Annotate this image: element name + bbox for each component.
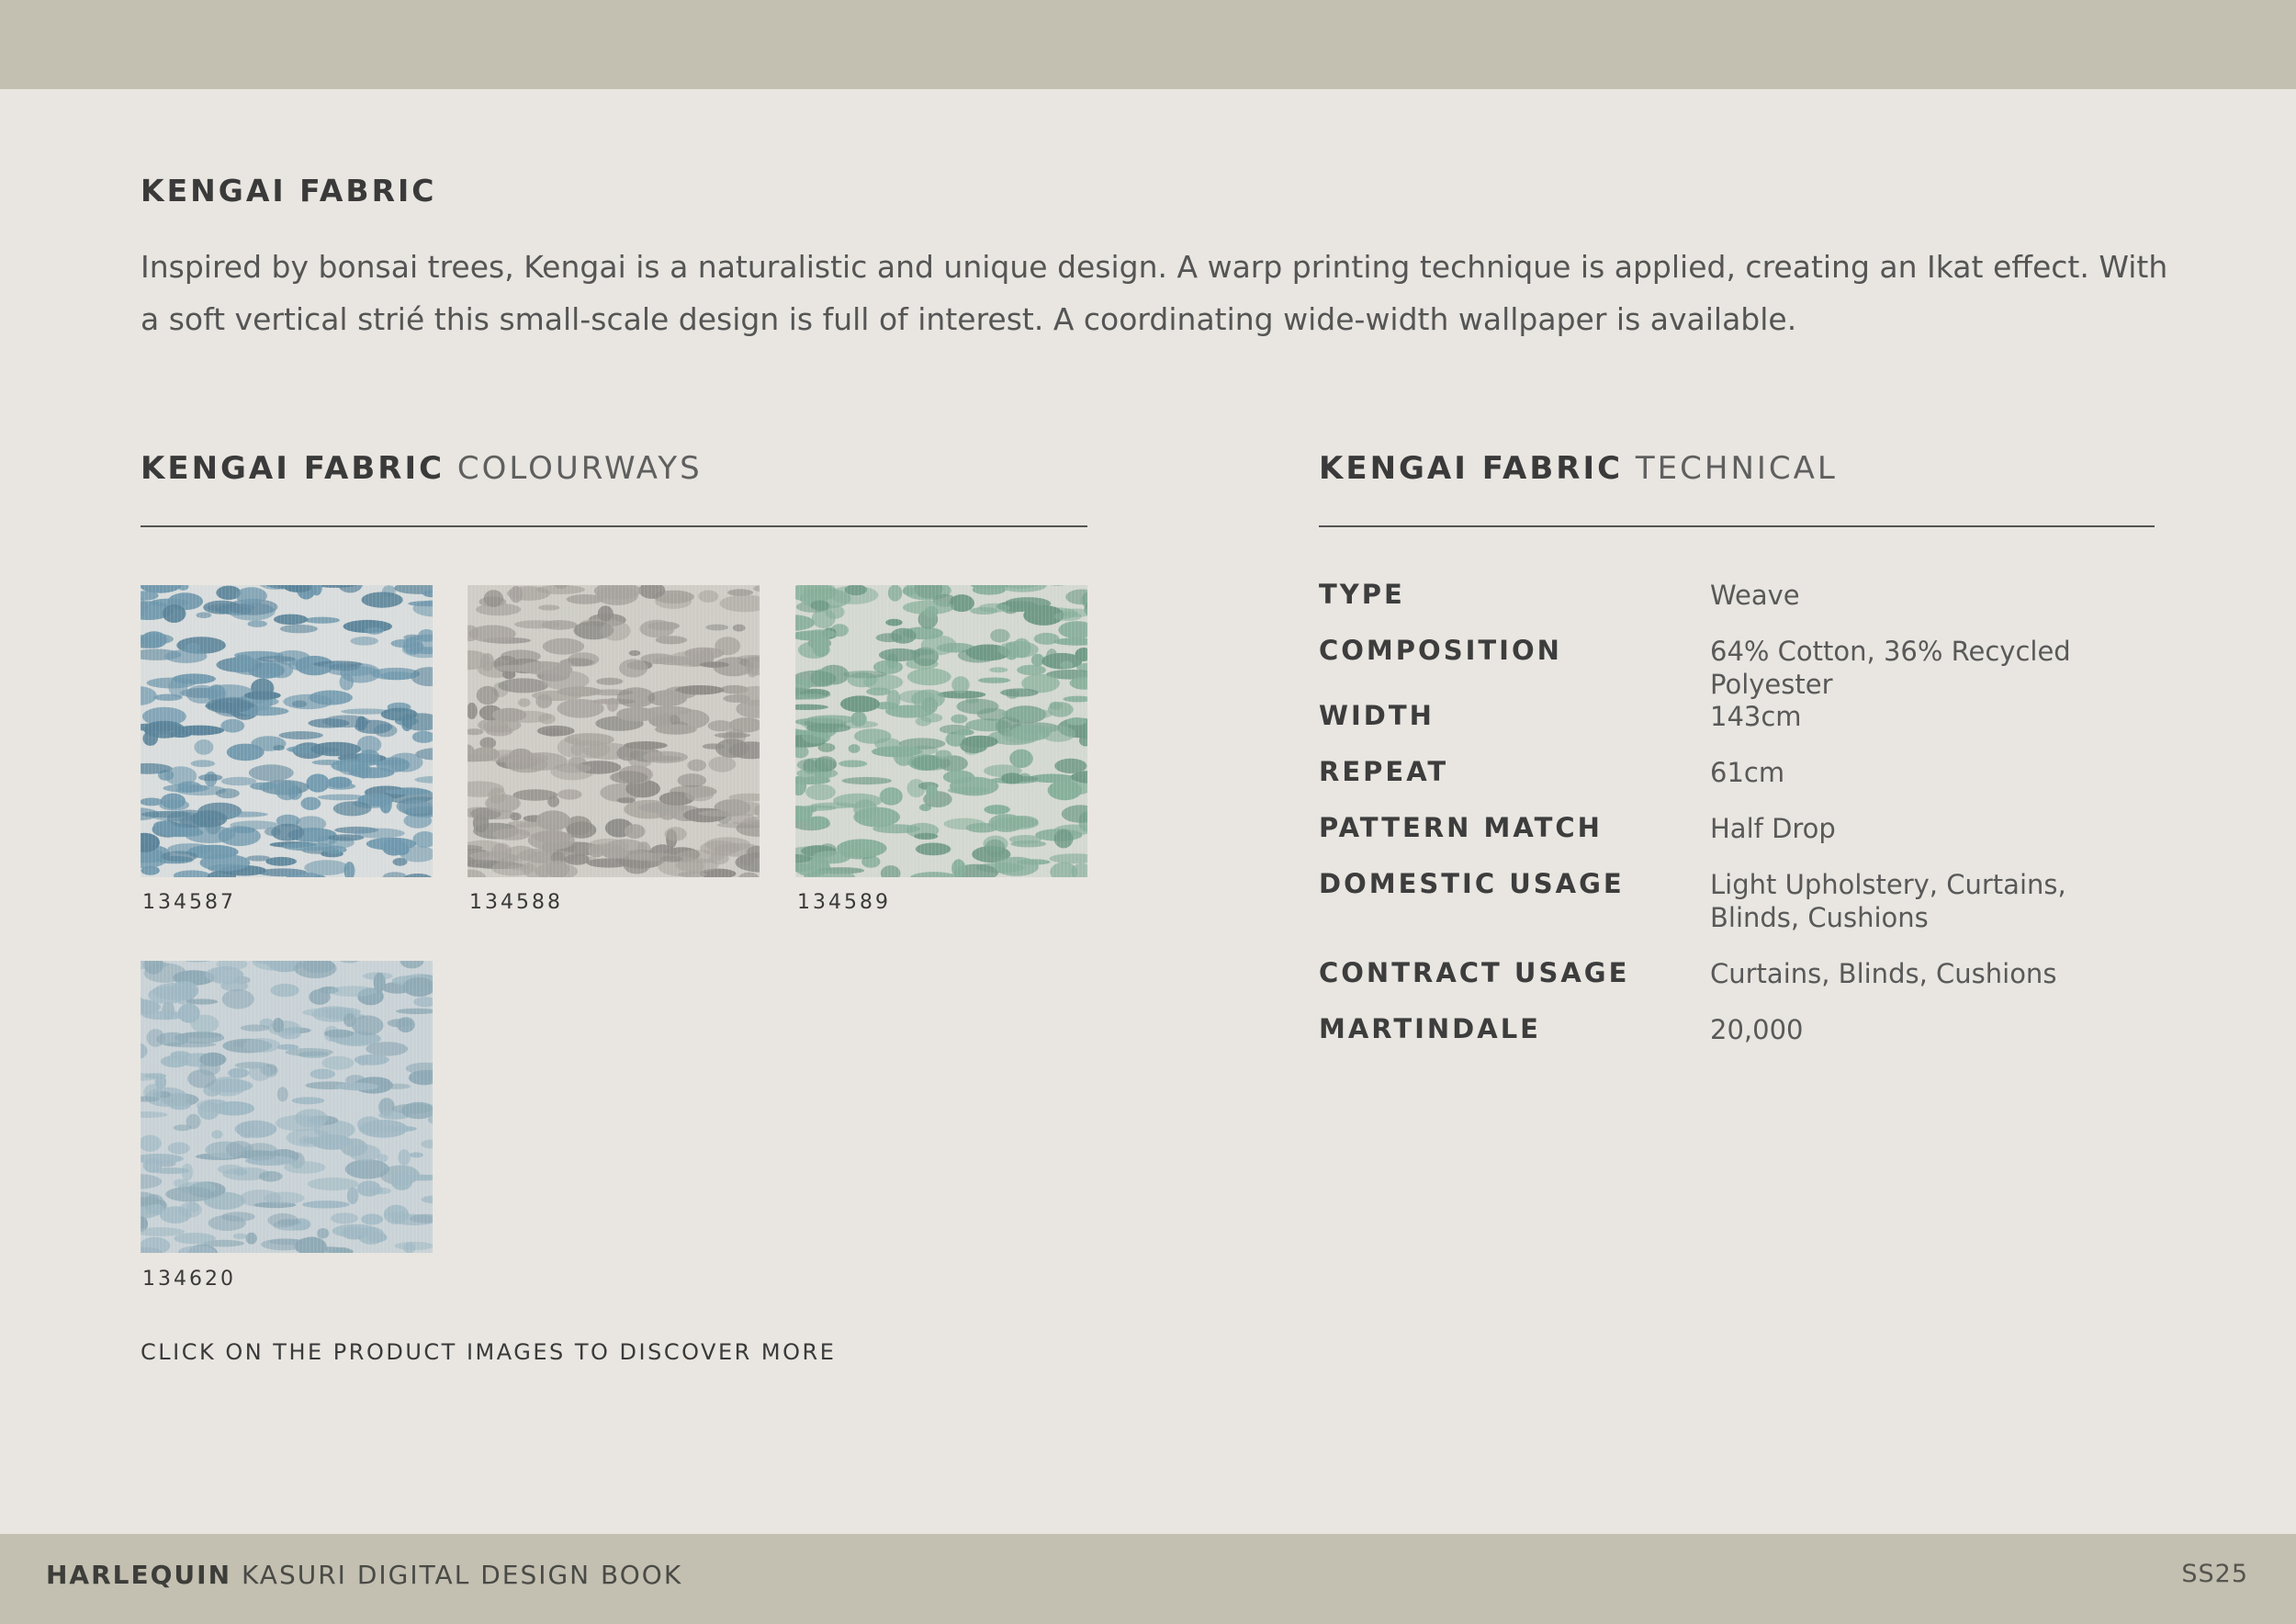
- spec-label-composition: COMPOSITION: [1319, 635, 1562, 666]
- technical-heading-strong: KENGAI FABRIC: [1319, 450, 1624, 487]
- footer-season: SS25: [2181, 1560, 2248, 1588]
- footer-title: HARLEQUIN KASURI DIGITAL DESIGN BOOK: [46, 1560, 682, 1590]
- swatch-code: 134588: [469, 891, 563, 914]
- spec-value-composition: 64% Cotton, 36% Recycled Polyester: [1710, 636, 2071, 700]
- footer-brand: HARLEQUIN: [46, 1560, 232, 1590]
- swatch-code: 134589: [797, 891, 891, 914]
- spec-value-domestic-usage: Light Upholstery, Curtains, Blinds, Cush…: [1710, 869, 2066, 933]
- swatch-code: 134620: [142, 1268, 236, 1291]
- spec-value-martindale: 20,000: [1710, 1014, 1804, 1045]
- spec-value-width: 143cm: [1710, 701, 1802, 732]
- spec-value-pattern-match: Half Drop: [1710, 813, 1836, 844]
- discover-more-link[interactable]: CLICK ON THE PRODUCT IMAGES TO DISCOVER …: [141, 1339, 836, 1365]
- page-title: KENGAI FABRIC: [141, 173, 437, 209]
- intro-paragraph: Inspired by bonsai trees, Kengai is a na…: [141, 249, 2168, 337]
- spec-value-type: Weave: [1710, 580, 1800, 611]
- colourways-heading-light: COLOURWAYS: [456, 450, 703, 487]
- fabric-pattern: [467, 585, 760, 877]
- footer-bar: HARLEQUIN KASURI DIGITAL DESIGN BOOK SS2…: [0, 1534, 2296, 1624]
- colourways-divider: [141, 525, 1087, 527]
- swatch-134620[interactable]: [141, 961, 433, 1253]
- spec-label-type: TYPE: [1319, 579, 1405, 610]
- technical-divider: [1319, 525, 2155, 527]
- spec-label-contract-usage: CONTRACT USAGE: [1319, 957, 1630, 988]
- fabric-pattern: [141, 585, 433, 877]
- spec-value-contract-usage: Curtains, Blinds, Cushions: [1710, 958, 2057, 989]
- spec-label-domestic-usage: DOMESTIC USAGE: [1319, 868, 1625, 899]
- spec-label-width: WIDTH: [1319, 700, 1435, 731]
- fabric-pattern: [795, 585, 1087, 877]
- swatch-code: 134587: [142, 891, 236, 914]
- footer-book-title: KASURI DIGITAL DESIGN BOOK: [241, 1560, 683, 1590]
- colourways-heading-strong: KENGAI FABRIC: [141, 450, 445, 487]
- spec-value-repeat: 61cm: [1710, 757, 1785, 788]
- spec-label-repeat: REPEAT: [1319, 756, 1449, 787]
- technical-heading-light: TECHNICAL: [1635, 450, 1838, 487]
- fabric-pattern: [141, 961, 433, 1253]
- colourways-heading: KENGAI FABRIC COLOURWAYS: [141, 450, 703, 487]
- technical-heading: KENGAI FABRIC TECHNICAL: [1319, 450, 1838, 487]
- spec-label-martindale: MARTINDALE: [1319, 1013, 1541, 1044]
- swatch-134587[interactable]: [141, 585, 433, 877]
- swatch-134589[interactable]: [795, 585, 1087, 877]
- top-band: [0, 0, 2296, 89]
- swatch-134588[interactable]: [467, 585, 760, 877]
- spec-label-pattern-match: PATTERN MATCH: [1319, 812, 1603, 843]
